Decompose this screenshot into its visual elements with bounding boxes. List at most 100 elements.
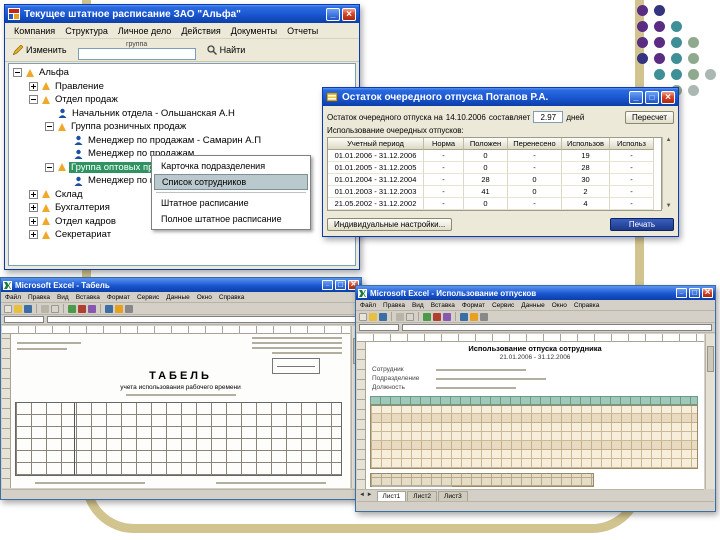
- tree-item-manager-samarin[interactable]: Менеджер по продажам - Самарин А.П: [11, 134, 353, 148]
- sheet-tab-2[interactable]: Лист2: [407, 491, 438, 501]
- new-icon[interactable]: [359, 312, 367, 321]
- recalc-button[interactable]: Пересчет: [624, 110, 674, 124]
- col-header[interactable]: Учетный период: [328, 138, 424, 150]
- chart-icon[interactable]: [125, 304, 133, 313]
- menu-window[interactable]: Окно: [197, 294, 212, 301]
- menu-structure[interactable]: Структура: [60, 25, 113, 37]
- excel-titlebar[interactable]: Microsoft Excel - Использование отпусков: [356, 286, 715, 300]
- formula-input[interactable]: [402, 324, 712, 331]
- expand-toggle-icon[interactable]: [29, 189, 38, 199]
- ctx-item-full-staff-schedule[interactable]: Полное штатное расписание: [154, 211, 308, 227]
- menu-insert[interactable]: Вставка: [76, 294, 100, 301]
- tree-item-pravlenie[interactable]: Правление: [11, 80, 353, 94]
- menu-actions[interactable]: Действия: [176, 25, 225, 37]
- menu-help[interactable]: Справка: [219, 294, 245, 301]
- sheet-tab-3[interactable]: Лист3: [438, 491, 468, 501]
- save-icon[interactable]: [24, 304, 32, 313]
- close-button[interactable]: [702, 288, 713, 298]
- maximize-button[interactable]: [645, 90, 659, 104]
- menu-edit[interactable]: Правка: [28, 294, 50, 301]
- balance-value-input[interactable]: [533, 111, 564, 123]
- collapse-toggle-icon[interactable]: [13, 68, 22, 78]
- menu-help[interactable]: Справка: [574, 302, 600, 309]
- tree-item-alfa[interactable]: Альфа: [11, 66, 353, 80]
- formula-input[interactable]: [47, 316, 358, 323]
- chart-icon[interactable]: [480, 312, 488, 321]
- scroll-up-icon[interactable]: ▲: [663, 137, 674, 143]
- balance-date[interactable]: 14.10.2006: [446, 113, 486, 122]
- menu-data[interactable]: Данные: [166, 294, 189, 301]
- group-filter-input[interactable]: [77, 47, 196, 60]
- tree-item-gruppa-roznichnyh[interactable]: Группа розничных продаж: [11, 120, 353, 134]
- menu-reports[interactable]: Отчеты: [282, 25, 323, 37]
- menu-tools[interactable]: Сервис: [137, 294, 159, 301]
- menu-documents[interactable]: Документы: [226, 25, 282, 37]
- individual-settings-button[interactable]: Индивидуальные настройки...: [327, 218, 453, 231]
- tree-item-sekretariat[interactable]: Секретариат: [11, 228, 353, 242]
- col-header[interactable]: Перенесено: [508, 138, 562, 150]
- print-button[interactable]: Печать: [610, 218, 674, 231]
- maximize-button[interactable]: [689, 288, 700, 298]
- print-icon[interactable]: [396, 312, 404, 321]
- column-headers[interactable]: [2, 326, 350, 334]
- paste-icon[interactable]: [443, 312, 451, 321]
- minimize-button[interactable]: [322, 280, 333, 290]
- tree-item-nachalnik-otdela[interactable]: Начальник отдела - Ольшанская А.Н: [11, 107, 353, 121]
- col-header[interactable]: Положен: [464, 138, 508, 150]
- menu-tools[interactable]: Сервис: [492, 302, 514, 309]
- staff-window-titlebar[interactable]: Текущее штатное расписание ЗАО "Альфа": [5, 5, 359, 23]
- col-header[interactable]: Использ: [610, 138, 654, 150]
- col-header[interactable]: Использов: [562, 138, 610, 150]
- ctx-item-employee-list[interactable]: Список сотрудников: [154, 174, 308, 190]
- expand-toggle-icon[interactable]: [29, 81, 38, 91]
- excel-titlebar[interactable]: Microsoft Excel - Табель: [1, 278, 361, 292]
- close-button[interactable]: [342, 7, 356, 21]
- menu-file[interactable]: Файл: [360, 302, 376, 309]
- name-box[interactable]: [4, 316, 44, 323]
- sort-icon[interactable]: [470, 312, 478, 321]
- row-headers[interactable]: [2, 334, 11, 488]
- print-icon[interactable]: [41, 304, 49, 313]
- expand-toggle-icon[interactable]: [29, 216, 38, 226]
- save-icon[interactable]: [379, 312, 387, 321]
- menu-view[interactable]: Вид: [57, 294, 69, 301]
- minimize-button[interactable]: [676, 288, 687, 298]
- ctx-item-staff-schedule[interactable]: Штатное расписание: [154, 195, 308, 211]
- column-headers[interactable]: [357, 334, 704, 342]
- edit-button[interactable]: Изменить: [10, 44, 70, 56]
- menu-file[interactable]: Файл: [5, 294, 21, 301]
- col-header[interactable]: Норма: [424, 138, 464, 150]
- table-row[interactable]: 01.01.2006 - 31.12.2006 - 0 - 19 -: [328, 150, 661, 162]
- find-button[interactable]: Найти: [204, 44, 249, 56]
- open-icon[interactable]: [14, 304, 22, 313]
- table-row[interactable]: 01.01.2005 - 31.12.2005 - 0 - 28 -: [328, 162, 661, 174]
- menu-format[interactable]: Формат: [462, 302, 485, 309]
- open-icon[interactable]: [369, 312, 377, 321]
- new-icon[interactable]: [4, 304, 12, 313]
- scroll-thumb[interactable]: [707, 346, 714, 372]
- copy-icon[interactable]: [433, 312, 441, 321]
- minimize-button[interactable]: [326, 7, 340, 21]
- menu-edit[interactable]: Правка: [383, 302, 405, 309]
- menu-view[interactable]: Вид: [412, 302, 424, 309]
- table-row[interactable]: 21.05.2002 - 31.12.2002 - 0 - 4 -: [328, 198, 661, 210]
- copy-icon[interactable]: [78, 304, 86, 313]
- expand-toggle-icon[interactable]: [29, 230, 38, 240]
- preview-icon[interactable]: [51, 304, 59, 313]
- sheet-area[interactable]: Использование отпуска сотрудника 21.01.2…: [357, 334, 704, 489]
- preview-icon[interactable]: [406, 312, 414, 321]
- menu-company[interactable]: Компания: [9, 25, 60, 37]
- sum-icon[interactable]: [460, 312, 468, 321]
- collapse-toggle-icon[interactable]: [29, 95, 38, 105]
- cut-icon[interactable]: [68, 304, 76, 313]
- cut-icon[interactable]: [423, 312, 431, 321]
- name-box[interactable]: [359, 324, 399, 331]
- close-button[interactable]: [661, 90, 675, 104]
- vertical-scrollbar[interactable]: [705, 334, 715, 489]
- collapse-toggle-icon[interactable]: [45, 162, 54, 172]
- sort-icon[interactable]: [115, 304, 123, 313]
- paste-icon[interactable]: [88, 304, 96, 313]
- menu-format[interactable]: Формат: [107, 294, 130, 301]
- menu-personal-file[interactable]: Личное дело: [113, 25, 176, 37]
- expand-toggle-icon[interactable]: [29, 203, 38, 213]
